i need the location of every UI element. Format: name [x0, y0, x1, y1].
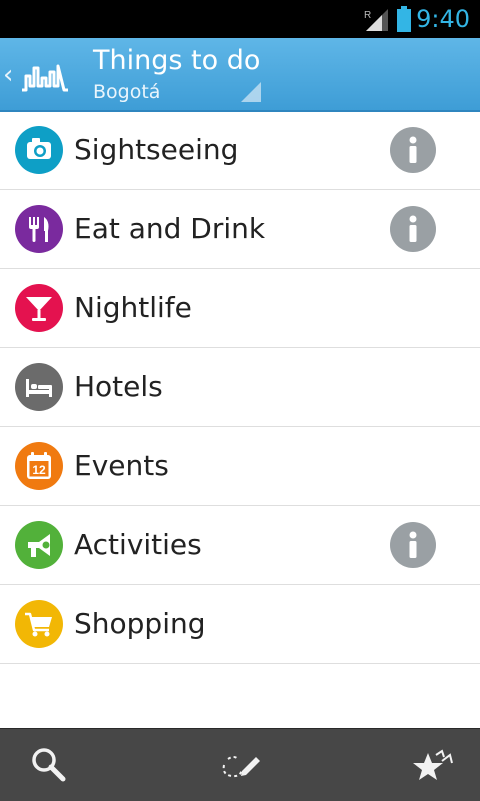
calendar-icon: 12 [15, 442, 63, 490]
list-item-shopping[interactable]: Shopping [0, 585, 480, 664]
search-icon[interactable] [27, 743, 71, 787]
camera-icon [15, 126, 63, 174]
list-item-activities[interactable]: Activities [0, 506, 480, 585]
list-item-nightlife[interactable]: Nightlife [0, 269, 480, 348]
list-item-eat-and-drink[interactable]: Eat and Drink [0, 190, 480, 269]
list-item-sightseeing[interactable]: Sightseeing [0, 111, 480, 190]
list-item-label: Events [74, 449, 169, 482]
roaming-indicator: R [364, 10, 371, 21]
calendar-day: 12 [32, 463, 46, 477]
category-list: Sightseeing Eat and Drink Nightlife Hote… [0, 111, 480, 664]
location-subtitle[interactable]: Bogotá [93, 80, 160, 104]
fork-knife-icon [15, 205, 63, 253]
list-item-label: Nightlife [74, 291, 192, 324]
list-item-events[interactable]: 12 Events [0, 427, 480, 506]
page-title[interactable]: Things to do [93, 44, 260, 78]
city-skyline-logo-icon[interactable] [20, 58, 70, 94]
cocktail-glass-icon [15, 284, 63, 332]
list-item-label: Hotels [74, 370, 163, 403]
action-bar: ‹ Things to do Bogotá [0, 38, 480, 112]
list-item-label: Eat and Drink [74, 212, 266, 245]
list-item-label: Sightseeing [74, 133, 239, 166]
chevron-left-icon[interactable]: ‹ [3, 62, 13, 88]
favorites-stars-icon[interactable] [412, 743, 456, 787]
bottom-toolbar [0, 728, 480, 801]
bed-icon [15, 363, 63, 411]
shopping-cart-icon [15, 600, 63, 648]
info-icon[interactable] [390, 206, 436, 252]
draw-route-icon[interactable] [218, 743, 262, 787]
megaphone-icon [15, 521, 63, 569]
battery-icon [397, 6, 411, 32]
list-item-label: Shopping [74, 607, 206, 640]
status-clock: 9:40 [416, 5, 470, 33]
signal-icon: R [364, 9, 388, 31]
list-item-hotels[interactable]: Hotels [0, 348, 480, 427]
info-icon[interactable] [390, 127, 436, 173]
info-icon[interactable] [390, 522, 436, 568]
list-item-label: Activities [74, 528, 202, 561]
dropdown-triangle-icon[interactable] [241, 82, 261, 102]
status-bar: R 9:40 [0, 0, 480, 38]
